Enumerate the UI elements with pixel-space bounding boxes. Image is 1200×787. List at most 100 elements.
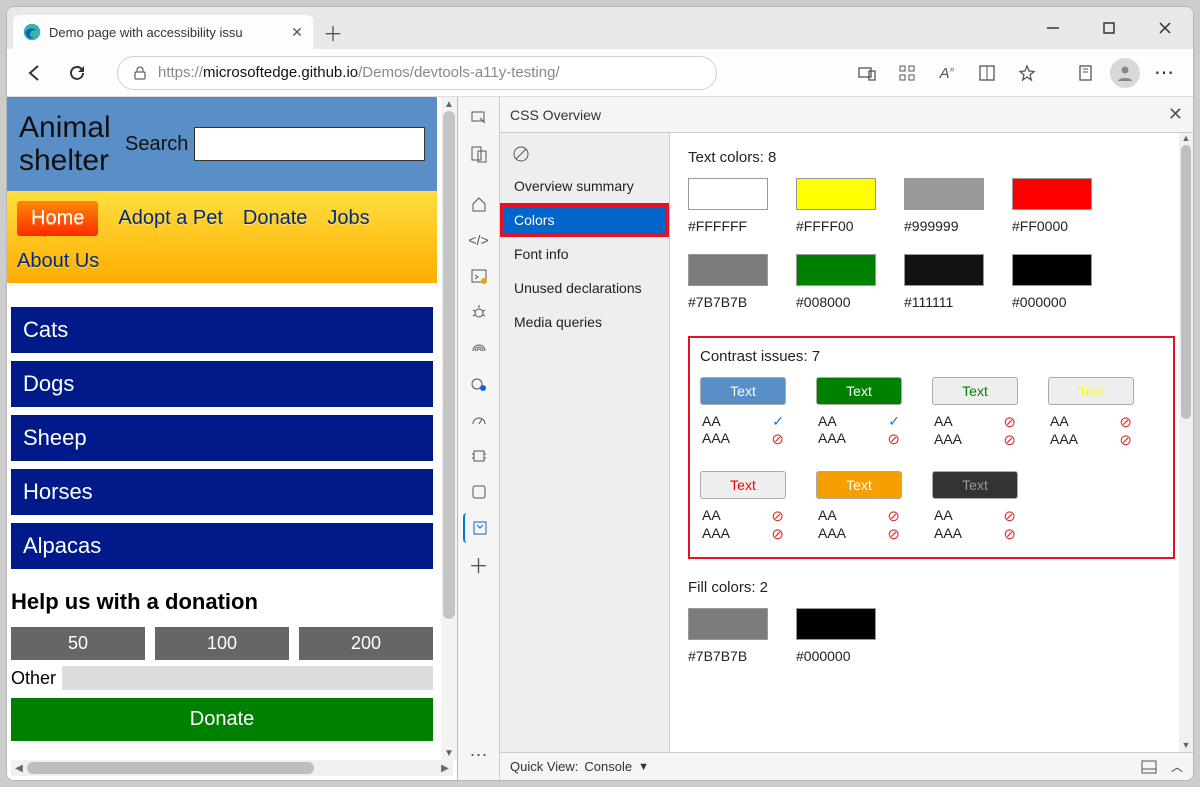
- home-icon[interactable]: [463, 189, 495, 219]
- nav-donate[interactable]: Donate: [243, 207, 308, 230]
- color-swatch[interactable]: #008000: [796, 254, 876, 310]
- quick-view-label: Quick View:: [510, 759, 578, 774]
- list-item[interactable]: Dogs: [11, 361, 433, 407]
- performance-icon[interactable]: [463, 405, 495, 435]
- devtools-panel: </> ＋ ⋯ CSS Overview ✕: [457, 97, 1193, 780]
- nav-adopt[interactable]: Adopt a Pet: [118, 207, 223, 230]
- devtools-drawer: Quick View: Console ▼ ︿: [500, 752, 1193, 780]
- color-swatch[interactable]: #FFFFFF: [688, 178, 768, 234]
- debug-icon[interactable]: [463, 297, 495, 327]
- other-input[interactable]: [62, 666, 433, 690]
- nav-home[interactable]: Home: [17, 201, 98, 236]
- panel-title: CSS Overview: [510, 107, 601, 123]
- favorite-icon[interactable]: [1009, 55, 1045, 91]
- text-colors-heading: Text colors: 8: [688, 149, 1175, 166]
- inspect-icon[interactable]: [463, 103, 495, 133]
- color-swatch[interactable]: #000000: [796, 608, 876, 664]
- color-swatch[interactable]: #FFFF00: [796, 178, 876, 234]
- css-overview-content: Text colors: 8 #FFFFFF #FFFF00 #999999 #FF0…: [670, 133, 1193, 752]
- nav-about[interactable]: About Us: [17, 250, 99, 273]
- device-frame-icon[interactable]: [849, 55, 885, 91]
- donate-button[interactable]: Donate: [11, 698, 433, 741]
- color-swatch[interactable]: #FF0000: [1012, 178, 1092, 234]
- sidebar-item-overview[interactable]: Overview summary: [500, 169, 669, 203]
- fill-colors-heading: Fill colors: 2: [688, 579, 1175, 596]
- sidebar-item-unused[interactable]: Unused declarations: [500, 271, 669, 305]
- nav-jobs[interactable]: Jobs: [327, 207, 369, 230]
- close-tab-icon[interactable]: ✕: [289, 24, 305, 40]
- address-bar[interactable]: https://microsoftedge.github.io/Demos/de…: [117, 56, 717, 90]
- titlebar: Demo page with accessibility issu ✕ ＋: [7, 7, 1193, 49]
- devtools-scrollbar[interactable]: ▲▼: [1179, 133, 1193, 752]
- color-swatch[interactable]: #7B7B7B: [688, 254, 768, 310]
- color-swatch[interactable]: #000000: [1012, 254, 1092, 310]
- application-icon[interactable]: [463, 477, 495, 507]
- network-icon[interactable]: [463, 333, 495, 363]
- main-nav: Home Adopt a Pet Donate Jobs About Us: [7, 191, 437, 283]
- contrast-item[interactable]: TextAA⊘AAA⊘: [816, 471, 902, 543]
- browser-tab[interactable]: Demo page with accessibility issu ✕: [13, 15, 313, 49]
- new-tab-button[interactable]: ＋: [313, 15, 353, 49]
- css-overview-sidebar: Overview summary Colors Font info Unused…: [500, 133, 670, 752]
- reader-icon[interactable]: [969, 55, 1005, 91]
- list-item[interactable]: Sheep: [11, 415, 433, 461]
- maximize-button[interactable]: [1081, 7, 1137, 49]
- clear-icon[interactable]: [504, 139, 538, 169]
- elements-icon[interactable]: </>: [463, 225, 495, 255]
- other-label: Other: [11, 668, 56, 689]
- more-menu-icon[interactable]: ⋯: [1147, 55, 1183, 91]
- list-item[interactable]: Cats: [11, 307, 433, 353]
- list-item[interactable]: Horses: [11, 469, 433, 515]
- page-vertical-scrollbar[interactable]: ▲▼: [441, 97, 457, 760]
- tab-title: Demo page with accessibility issu: [49, 25, 281, 40]
- amount-button[interactable]: 100: [155, 627, 289, 660]
- memory-icon[interactable]: [463, 441, 495, 471]
- contrast-item[interactable]: TextAA⊘AAA⊘: [1048, 377, 1134, 449]
- address-bar-row: https://microsoftedge.github.io/Demos/de…: [7, 49, 1193, 97]
- minimize-button[interactable]: [1025, 7, 1081, 49]
- rail-more-icon[interactable]: ⋯: [463, 740, 495, 770]
- edge-icon: [23, 23, 41, 41]
- chevron-up-icon[interactable]: ︿: [1171, 758, 1183, 775]
- contrast-item[interactable]: TextAA✓AAA⊘: [700, 377, 786, 449]
- profile-button[interactable]: [1107, 55, 1143, 91]
- css-overview-icon[interactable]: [463, 513, 495, 543]
- sidebar-item-media[interactable]: Media queries: [500, 305, 669, 339]
- collections-icon[interactable]: [1067, 55, 1103, 91]
- close-window-button[interactable]: [1137, 7, 1193, 49]
- console-tab[interactable]: Console: [584, 759, 632, 774]
- lighthouse-icon[interactable]: [463, 369, 495, 399]
- sidebar-item-font[interactable]: Font info: [500, 237, 669, 271]
- color-swatch[interactable]: #999999: [904, 178, 984, 234]
- contrast-item[interactable]: TextAA⊘AAA⊘: [932, 377, 1018, 449]
- text-size-icon[interactable]: A»: [929, 55, 965, 91]
- refresh-button[interactable]: [59, 55, 95, 91]
- device-icon[interactable]: [463, 139, 495, 169]
- sidebar-item-colors[interactable]: Colors: [500, 203, 669, 237]
- color-swatch[interactable]: #7B7B7B: [688, 608, 768, 664]
- plus-tool-icon[interactable]: ＋: [463, 549, 495, 579]
- amount-button[interactable]: 50: [11, 627, 145, 660]
- devtools-header: CSS Overview ✕: [500, 97, 1193, 133]
- amount-button[interactable]: 200: [299, 627, 433, 660]
- list-item[interactable]: Alpacas: [11, 523, 433, 569]
- dock-icon[interactable]: [1141, 760, 1157, 774]
- search-input[interactable]: [194, 127, 425, 161]
- close-devtools-icon[interactable]: ✕: [1168, 104, 1183, 125]
- page-viewport: Animal shelter Search Home Adopt a Pet D…: [7, 97, 457, 780]
- console-icon[interactable]: [463, 261, 495, 291]
- chevron-down-icon[interactable]: ▼: [638, 761, 649, 773]
- donation-section: Help us with a donation 50 100 200 Other…: [7, 579, 437, 751]
- contrast-item[interactable]: TextAA⊘AAA⊘: [932, 471, 1018, 543]
- url-text: https://microsoftedge.github.io/Demos/de…: [158, 64, 560, 81]
- page-horizontal-scrollbar[interactable]: ◀▶: [11, 760, 453, 776]
- back-button[interactable]: [17, 55, 53, 91]
- lock-icon: [132, 65, 148, 81]
- contrast-item[interactable]: TextAA✓AAA⊘: [816, 377, 902, 449]
- donation-heading: Help us with a donation: [11, 589, 433, 615]
- qr-icon[interactable]: [889, 55, 925, 91]
- color-swatch[interactable]: #111111: [904, 254, 984, 310]
- contrast-issues-section: Contrast issues: 7 TextAA✓AAA⊘TextAA✓AAA…: [688, 336, 1175, 559]
- contrast-item[interactable]: TextAA⊘AAA⊘: [700, 471, 786, 543]
- page-header: Animal shelter Search: [7, 97, 437, 191]
